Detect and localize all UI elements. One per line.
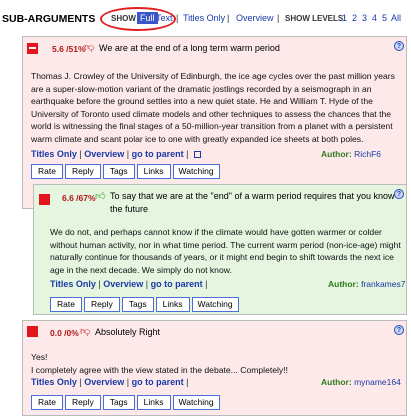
argument-body: We do not, and perhaps cannot know if th… [50, 226, 406, 276]
help-icon[interactable]: ? [394, 325, 404, 335]
separator: | [227, 13, 230, 23]
body-line: world is witnessing the final stages of … [31, 121, 393, 132]
separator: | [176, 13, 179, 23]
thumbs-up-icon: 👍︎ [95, 191, 106, 202]
author-label: Author: [328, 279, 359, 289]
thumbs-down-icon: 👎︎ [84, 42, 95, 53]
body-line: warm climate and scant polar ice to one … [31, 133, 364, 144]
help-icon[interactable]: ? [394, 189, 404, 199]
links-button[interactable]: Links [136, 395, 171, 410]
show-label: SHOW [111, 14, 136, 23]
author-name[interactable]: RichF6 [354, 149, 381, 159]
show-full-text-option[interactable]: Full [137, 12, 158, 24]
author-line: Author: RichF6 [321, 149, 381, 159]
level-1-link[interactable]: 1 [342, 13, 347, 23]
argument-body: Thomas J. Crowley of the University of E… [31, 70, 406, 146]
title-line: the future [110, 204, 149, 214]
body-line: without human activity, nor in what time… [50, 239, 401, 250]
thumbs-down-icon: 👎︎ [80, 326, 91, 337]
author-line: Author: frankames7 [328, 279, 405, 289]
action-buttons: Rate Reply Tags Links Watching [31, 395, 222, 410]
rate-button[interactable]: Rate [50, 297, 82, 312]
rate-button[interactable]: Rate [31, 164, 63, 179]
expand-icon[interactable] [39, 194, 50, 205]
titles-only-link[interactable]: Titles Only [183, 13, 225, 23]
help-icon[interactable]: ? [394, 41, 404, 51]
body-line: earthquake before the ground settles int… [31, 96, 373, 107]
titles-only-link[interactable]: Titles Only [31, 377, 77, 387]
separator: | [277, 13, 280, 23]
author-label: Author: [321, 149, 352, 159]
reply-button[interactable]: Reply [64, 164, 101, 179]
watching-button[interactable]: Watching [172, 395, 220, 410]
section-title: SUB-ARGUMENTS [2, 13, 96, 25]
watching-button[interactable]: Watching [191, 297, 239, 312]
overview-link[interactable]: Overview [236, 13, 274, 23]
tags-button[interactable]: Tags [102, 164, 135, 179]
argument-card: 0.0 /0% 👎︎ Absolutely Right ? Yes! I com… [22, 320, 407, 416]
tags-button[interactable]: Tags [121, 297, 154, 312]
overview-link[interactable]: Overview [103, 279, 143, 289]
body-line: are a super-slow-motion variant of the d… [31, 83, 372, 94]
titles-only-link[interactable]: Titles Only [31, 149, 77, 159]
body-line: University of Toronto used climate model… [31, 108, 392, 119]
body-line: I completely agree with the view stated … [31, 364, 288, 375]
nav-links: Titles Only | Overview | go to parent | [31, 149, 201, 159]
rate-button[interactable]: Rate [31, 395, 63, 410]
links-button[interactable]: Links [136, 164, 171, 179]
argument-body: Yes! I completely agree with the view st… [31, 351, 406, 376]
nav-links: Titles Only | Overview | go to parent | [50, 279, 208, 289]
reply-button[interactable]: Reply [83, 297, 120, 312]
show-levels-label: SHOW LEVELS: [285, 14, 346, 23]
action-buttons: Rate Reply Tags Links Watching [50, 297, 241, 312]
overview-link[interactable]: Overview [84, 149, 124, 159]
action-buttons: Rate Reply Tags Links Watching [31, 164, 222, 179]
body-line: We do not, and perhaps cannot know if th… [50, 227, 382, 237]
author-label: Author: [321, 377, 352, 387]
level-2-link[interactable]: 2 [352, 13, 357, 23]
level-4-link[interactable]: 4 [372, 13, 377, 23]
author-line: Author: myname164 [321, 377, 401, 387]
expand-icon[interactable] [27, 326, 38, 337]
level-3-link[interactable]: 3 [362, 13, 367, 23]
nav-links: Titles Only | Overview | go to parent | [31, 377, 189, 387]
level-5-link[interactable]: 5 [382, 13, 387, 23]
body-line: naturally continue for thousands of year… [50, 252, 394, 263]
overview-link[interactable]: Overview [84, 377, 124, 387]
score: 0.0 /0% [50, 328, 79, 338]
score: 5.6 /51% [52, 44, 86, 54]
body-line: Thomas J. Crowley of the University of E… [31, 71, 395, 81]
go-to-parent-link[interactable]: go to parent [132, 377, 184, 387]
go-to-parent-link[interactable]: go to parent [151, 279, 203, 289]
author-name[interactable]: frankames7 [361, 279, 405, 289]
watching-button[interactable]: Watching [172, 164, 220, 179]
argument-title: To say that we are at the "end" of a war… [110, 190, 400, 216]
tags-button[interactable]: Tags [102, 395, 135, 410]
body-line: Yes! [31, 352, 48, 362]
reply-button[interactable]: Reply [64, 395, 101, 410]
external-link-icon[interactable] [193, 151, 201, 158]
argument-card: 6.6 /67% 👍︎ To say that we are at the "e… [33, 184, 407, 315]
level-all-link[interactable]: All [391, 13, 401, 23]
title-line: To say that we are at the "end" of a war… [110, 191, 395, 201]
titles-only-link[interactable]: Titles Only [50, 279, 96, 289]
body-line: age in the next decade. We simply do not… [50, 264, 232, 275]
author-name[interactable]: myname164 [354, 377, 401, 387]
argument-title: Absolutely Right [95, 327, 161, 337]
score: 6.6 /67% [62, 193, 96, 203]
show-text-option[interactable]: Text [156, 13, 173, 23]
collapse-icon[interactable] [27, 43, 38, 54]
argument-title: We are at the end of a long term warm pe… [99, 43, 280, 53]
links-button[interactable]: Links [155, 297, 190, 312]
sub-arguments-header: SUB-ARGUMENTS SHOW Full Text | Titles On… [0, 0, 411, 36]
go-to-parent-link[interactable]: go to parent [132, 149, 184, 159]
